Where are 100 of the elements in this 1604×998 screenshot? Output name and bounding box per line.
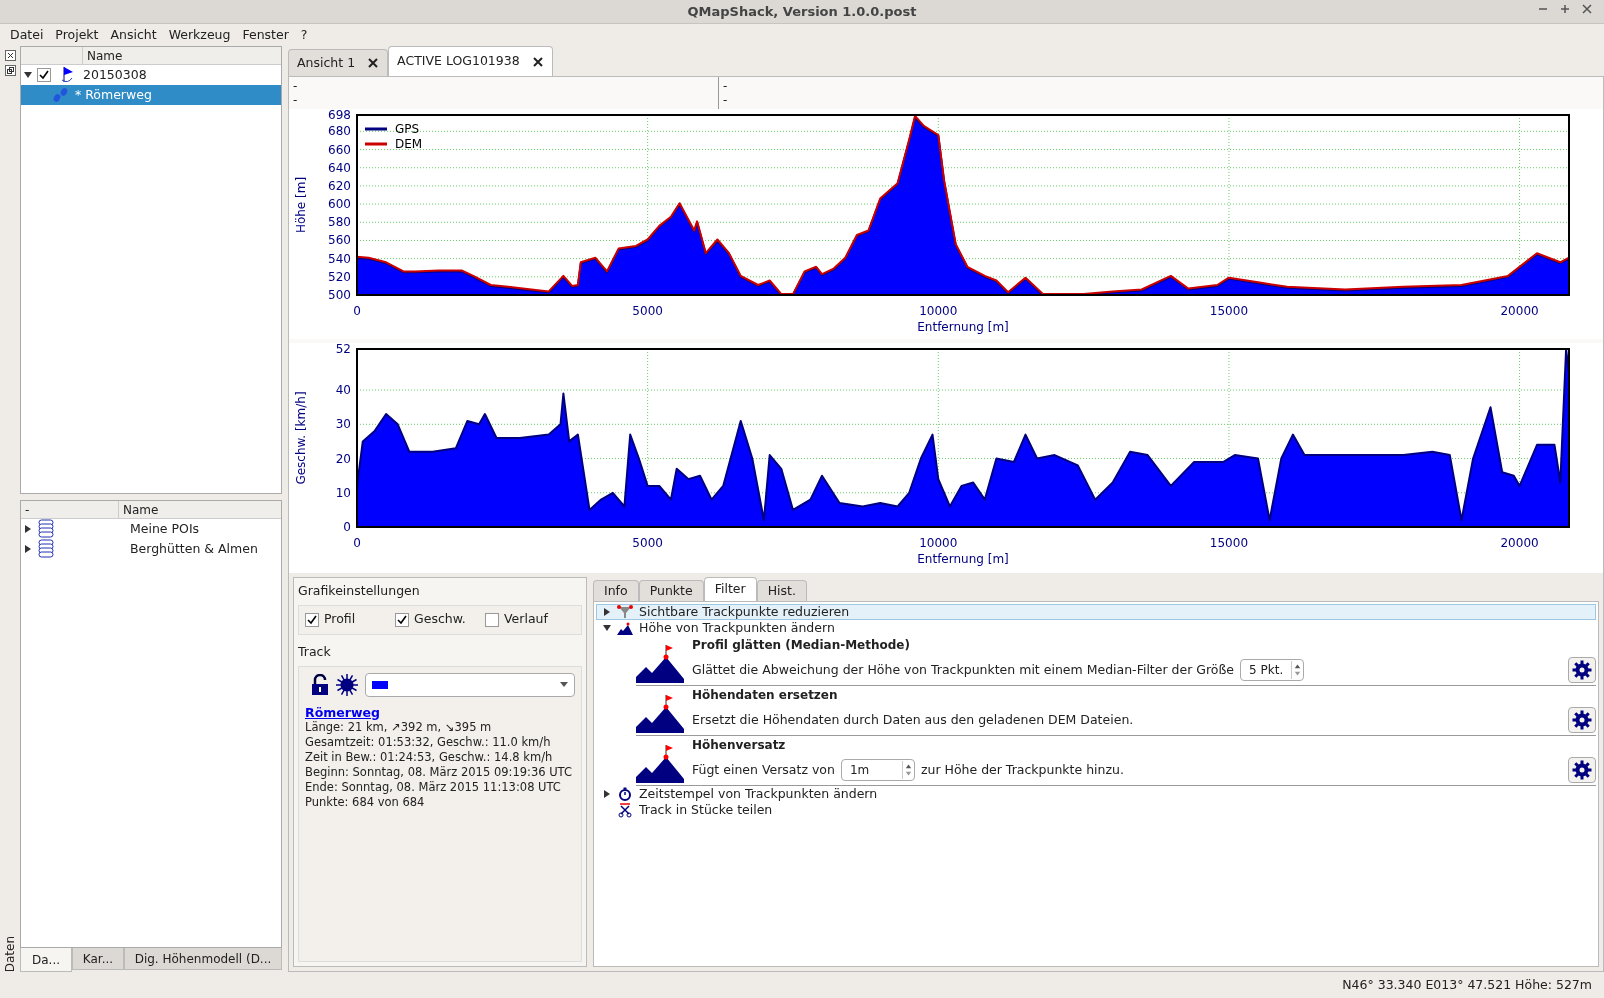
filter-row[interactable]: Höhe von Trackpunkten ändern [596,620,1596,636]
expand-arrow-icon[interactable] [24,71,32,79]
x-tick-label: 10000 [919,304,958,318]
menu-item[interactable]: Fenster [236,25,295,45]
expand-arrow-icon[interactable] [603,624,611,632]
filter-label: Zeitstempel von Trackpunkten ändern [639,784,878,803]
settings-icon [1572,660,1592,680]
legend-swatch [365,127,387,131]
editor-tab[interactable]: Hist. [756,580,807,601]
filter-title: Höhendaten ersetzen [691,687,839,703]
tree-item[interactable]: Berghütten & Almen [60,539,258,559]
dock-tab[interactable]: Da... [20,948,72,972]
info-text: - [293,93,299,107]
y-tick-label: 10 [335,485,351,500]
x-tick-label: 0 [353,536,361,550]
document-tab[interactable]: ACTIVE LOG101938 [388,46,553,76]
menu-item[interactable]: ? [294,25,314,45]
filter-title: Höhenversatz [691,737,787,753]
column-header[interactable]: Name [119,501,163,518]
expand-arrow-icon[interactable] [24,525,32,533]
filter-description: Glättet die Abweichung der Höhe von Trackpunkten mit einem Median-Filter der Größe [691,660,1235,679]
y-tick-label: 52 [335,343,351,356]
filter-row[interactable]: Sichtbare Trackpunkte reduzieren [596,604,1596,620]
padlock-icon[interactable] [311,673,329,696]
checkbox-label[interactable]: Verlauf [504,610,548,630]
editor-tab[interactable]: Info [593,580,639,601]
track-name-link[interactable]: Römerweg [305,704,380,720]
sunburst-icon[interactable] [335,672,359,697]
tree-item[interactable]: 20150308 [79,65,147,85]
status-text: N46° 33.340 E013° 47.521 Höhe: 527m [1342,975,1592,994]
settings-button[interactable] [1568,657,1596,683]
y-tick-label: 640 [328,160,351,175]
settings-button[interactable] [1568,757,1596,783]
close-icon[interactable] [367,57,380,69]
filter-label: Höhe von Trackpunkten ändern [639,619,835,637]
filter-label: Track in Stücke teilen [639,801,773,819]
menu-item[interactable]: Projekt [49,25,105,45]
filter-row[interactable]: Track in Stücke teilen [596,802,1596,818]
checkbox[interactable] [37,68,51,82]
filter-label: Sichtbare Trackpunkte reduzieren [639,602,850,621]
y-tick-label: 660 [328,142,351,157]
spin-box[interactable]: 1m [840,759,915,781]
maximize-icon[interactable] [1560,4,1570,14]
checkbox-label[interactable]: Geschw. [414,610,466,630]
y-tick-label: 30 [335,417,351,432]
menu-item[interactable]: Ansicht [104,25,163,45]
group-title: Track [298,642,332,661]
column-header[interactable]: Name [83,47,127,64]
dock-tab[interactable]: Kar... [72,948,124,970]
filter-row[interactable]: Zeitstempel von Trackpunkten ändern [596,786,1596,802]
x-axis-title: Entfernung [m] [917,552,1009,566]
dock-tab[interactable]: Dig. Höhenmodell (D... [124,948,282,970]
column-header[interactable]: - [21,501,119,518]
close-icon[interactable] [4,50,16,61]
y-tick-label: 500 [328,288,351,302]
x-tick-label: 5000 [632,536,663,550]
mountain-flag-icon [636,643,684,683]
close-icon[interactable] [531,55,544,68]
info-text: - [293,79,299,93]
menu-item[interactable]: Datei [4,25,50,45]
float-icon[interactable] [4,65,16,76]
dropdown-caret-icon [560,682,568,687]
filter-description: Fügt einen Versatz von [691,760,835,779]
x-tick-label: 20000 [1500,304,1539,318]
color-dropdown[interactable] [365,672,575,697]
menu-item[interactable]: Werkzeug [162,25,237,45]
y-axis-title: Höhe [m] [294,176,308,234]
settings-button[interactable] [1568,707,1596,733]
x-tick-label: 20000 [1500,536,1539,550]
y-tick-label: 680 [328,124,351,139]
checkbox[interactable] [305,612,319,627]
legend-swatch [365,142,387,146]
tree-item[interactable]: Meine POIs [60,519,200,539]
track-detail-text: Zeit in Bew.: 01:24:53, Geschw.: 14.8 km/h [305,749,553,765]
track-detail-text: Beginn: Sonntag, 08. März 2015 09:19:36 UTC [305,764,572,780]
y-tick-label: 40 [335,383,351,398]
dock-title: Daten [2,934,18,972]
x-tick-label: 0 [353,304,361,318]
info-text: - [723,79,729,93]
tree-row[interactable]: * Römerweg [21,85,281,105]
x-tick-label: 10000 [919,536,958,550]
mountain-flag-icon [636,743,684,783]
spin-box[interactable]: 5 Pkt. [1240,659,1305,681]
window-title: QMapShack, Version 1.0.0.post [687,2,917,21]
checkbox[interactable] [485,612,499,627]
y-tick-label: 520 [328,269,351,284]
x-tick-label: 5000 [632,304,663,318]
checkbox-label[interactable]: Profil [324,610,356,630]
y-tick-label: 600 [328,197,351,212]
checkbox[interactable] [395,612,409,627]
expand-arrow-icon[interactable] [24,545,32,553]
spin-arrows-icon[interactable] [901,761,914,779]
editor-tab[interactable]: Filter [703,577,757,601]
editor-tab[interactable]: Punkte [638,580,704,601]
group-title: Grafikeinstellungen [298,582,421,600]
y-tick-label: 620 [328,178,351,193]
document-tab[interactable]: Ansicht 1 [288,49,389,76]
expand-arrow-icon[interactable] [603,608,611,616]
expand-arrow-icon[interactable] [603,790,611,798]
stopwatch-icon [617,787,633,801]
